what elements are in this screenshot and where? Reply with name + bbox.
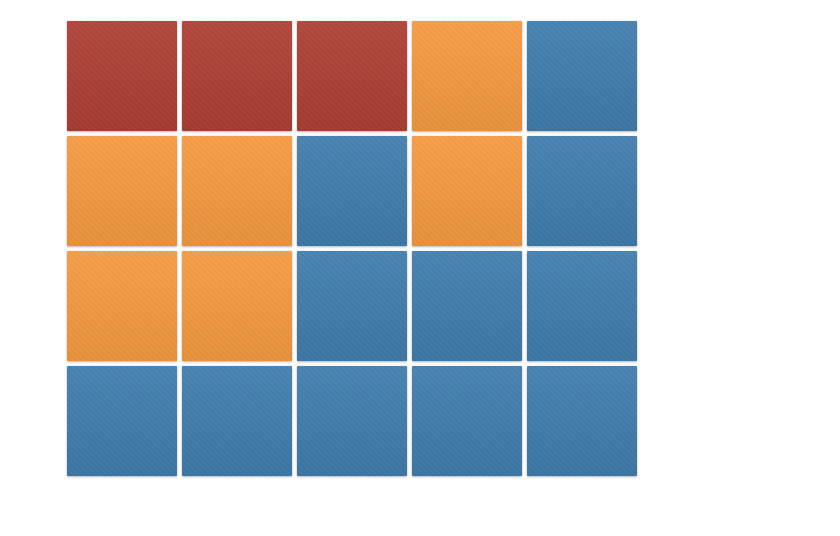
tile-orange (67, 251, 177, 361)
tile-orange (412, 21, 522, 131)
tile-red (297, 21, 407, 131)
tile-blue (412, 366, 522, 476)
tile-blue (67, 366, 177, 476)
tile-blue (297, 251, 407, 361)
tile-blue (527, 251, 637, 361)
tile-blue (527, 366, 637, 476)
tile-red (67, 21, 177, 131)
tile-blue (182, 366, 292, 476)
tile-blue (297, 136, 407, 246)
diagram-canvas (0, 0, 840, 536)
tile-grid (67, 21, 637, 476)
tile-orange (182, 251, 292, 361)
tile-red (182, 21, 292, 131)
tile-blue (527, 21, 637, 131)
tile-orange (67, 136, 177, 246)
tile-blue (412, 251, 522, 361)
tile-orange (412, 136, 522, 246)
tile-blue (297, 366, 407, 476)
tile-blue (527, 136, 637, 246)
tile-orange (182, 136, 292, 246)
